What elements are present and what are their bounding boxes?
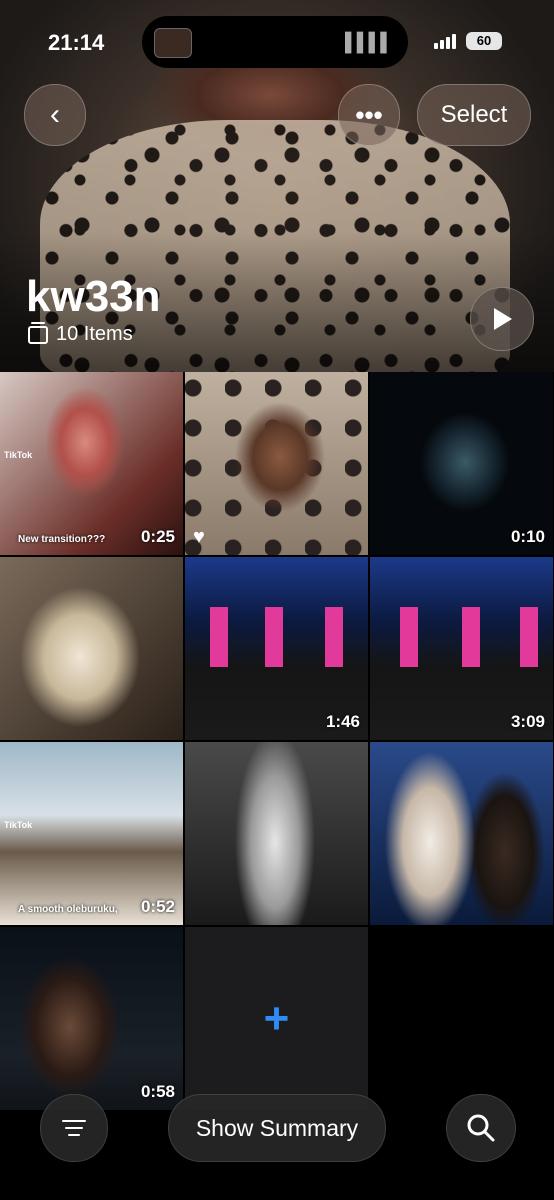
- tiktok-watermark: TikTok: [4, 820, 33, 830]
- chevron-left-icon: ‹: [50, 98, 60, 131]
- audio-wave-icon: ▌▌▌▌: [344, 32, 393, 52]
- add-to-album-tile[interactable]: +: [185, 927, 368, 1110]
- album-title: kw33n: [26, 272, 161, 321]
- media-tile[interactable]: 3:09: [370, 557, 553, 740]
- video-duration: 0:10: [510, 527, 545, 546]
- video-duration: 3:09: [510, 712, 545, 731]
- media-tile[interactable]: [185, 742, 368, 925]
- media-tile[interactable]: 0:58: [0, 927, 183, 1110]
- search-icon: [467, 1114, 495, 1142]
- now-playing-thumbnail: [154, 28, 192, 58]
- dynamic-island[interactable]: ▌▌▌▌: [142, 16, 408, 68]
- media-tile[interactable]: 1:46: [185, 557, 368, 740]
- item-count-label: 10 Items: [56, 323, 133, 345]
- back-button[interactable]: ‹: [24, 84, 86, 146]
- video-duration: 0:25: [140, 527, 175, 546]
- status-bar: 21:14 ▌▌▌▌ 60: [0, 0, 554, 80]
- battery-indicator: 60: [466, 32, 502, 50]
- video-duration: 1:46: [325, 712, 360, 731]
- search-button[interactable]: [446, 1094, 516, 1162]
- ellipsis-icon: •••: [355, 99, 383, 130]
- status-time: 21:14: [48, 30, 105, 55]
- media-tile[interactable]: ♥: [185, 372, 368, 555]
- tiktok-watermark: TikTok: [4, 450, 33, 460]
- filter-button[interactable]: [40, 1094, 108, 1162]
- stack-icon: [28, 321, 48, 344]
- media-tile[interactable]: 0:10: [370, 372, 553, 555]
- video-caption: New transition???: [18, 534, 106, 545]
- album-item-count: 10 Items: [28, 321, 133, 346]
- heart-icon: ♥: [193, 526, 205, 548]
- video-duration: 0:58: [140, 1082, 175, 1101]
- signal-icon: [434, 34, 456, 49]
- media-tile[interactable]: TikTok New transition??? 0:25: [0, 372, 183, 555]
- select-button[interactable]: Select: [417, 84, 531, 146]
- play-icon: [494, 308, 512, 330]
- video-caption: A smooth oleburuku,: [18, 904, 118, 915]
- more-options-button[interactable]: •••: [338, 84, 400, 146]
- media-tile[interactable]: [0, 557, 183, 740]
- show-summary-button[interactable]: Show Summary: [168, 1094, 386, 1162]
- media-grid: TikTok New transition??? 0:25 ♥ 0:10 1:4…: [0, 372, 554, 1110]
- filter-icon: [62, 1120, 86, 1136]
- media-tile[interactable]: [370, 742, 553, 925]
- play-slideshow-button[interactable]: [470, 287, 534, 351]
- media-tile[interactable]: TikTok A smooth oleburuku, 0:52: [0, 742, 183, 925]
- video-duration: 0:52: [140, 897, 175, 916]
- plus-icon: +: [263, 993, 290, 1043]
